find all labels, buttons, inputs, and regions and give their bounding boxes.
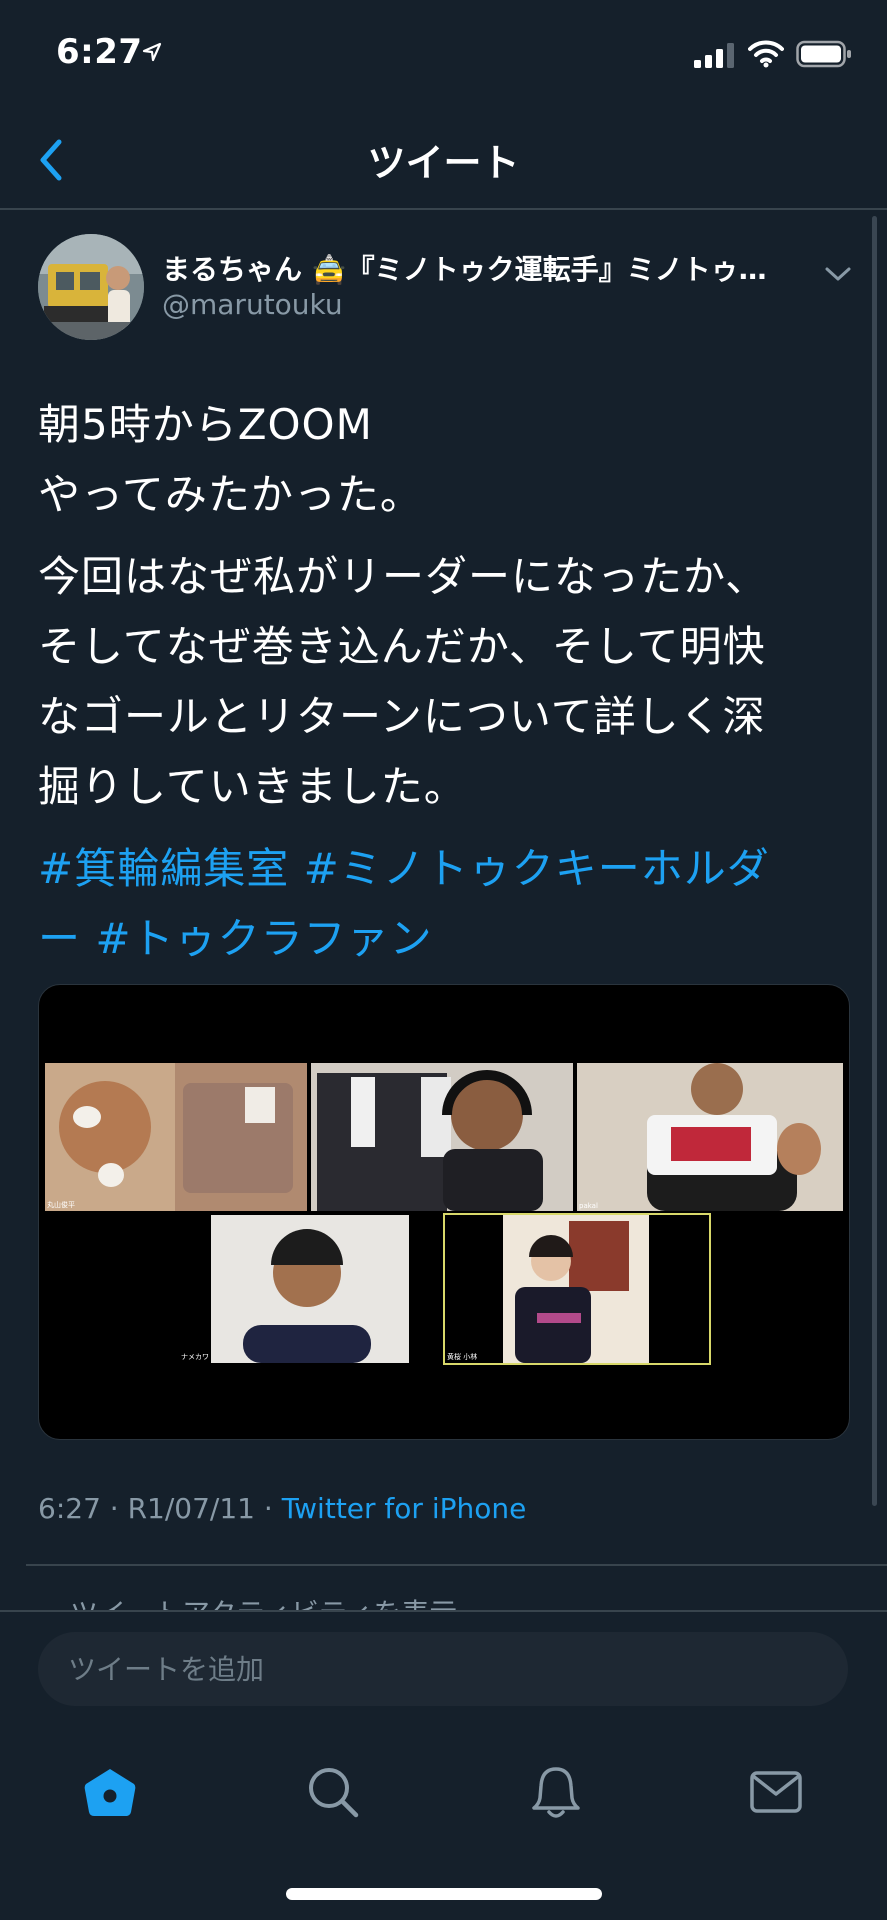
page-title: ツイート — [367, 141, 520, 185]
timestamp-text: 6:27 · R1/07/11 · — [38, 1492, 282, 1525]
more-options-button[interactable] — [818, 254, 858, 294]
location-arrow-icon — [142, 42, 162, 62]
battery-icon — [796, 40, 851, 68]
video-tile: 丸山俊平 — [45, 1063, 307, 1211]
home-indicator[interactable] — [286, 1888, 602, 1900]
tweet-detail: まるちゃん 🚖『ミノトゥク運転手』ミノトゥ… @marutouku 朝5時からZ… — [0, 212, 887, 1622]
chevron-down-icon — [825, 267, 851, 281]
reply-input[interactable] — [38, 1632, 848, 1706]
author-name[interactable]: まるちゃん 🚖『ミノトゥク運転手』ミノトゥ… — [162, 248, 792, 288]
wifi-icon — [748, 40, 784, 68]
search-icon — [309, 1768, 359, 1818]
tweet-timestamp: 6:27 · R1/07/11 · Twitter for iPhone — [38, 1492, 526, 1525]
tweet-paragraph: 朝5時からZOOM やってみたかった。 — [38, 400, 423, 519]
author-handle[interactable]: @marutouku — [162, 288, 343, 321]
video-tile — [311, 1063, 573, 1211]
status-bar: 6:27 — [0, 0, 887, 110]
tweet-paragraph: 今回はなぜ私がリーダーになったか、 そしてなぜ巻き込んだか、そして明快 なゴール… — [38, 552, 769, 811]
tab-notifications[interactable] — [520, 1756, 592, 1828]
cellular-signal-icon — [694, 43, 734, 68]
participant-name: 黄桜 小林 — [447, 1353, 478, 1361]
tweet-text: 朝5時からZOOM やってみたかった。 今回はなぜ私がリーダーになったか、 そし… — [38, 390, 858, 974]
home-icon — [84, 1769, 136, 1816]
participant-name: ナメカワ — [181, 1353, 209, 1361]
reply-bar — [0, 1610, 887, 1726]
nav-bar: ツイート — [0, 110, 887, 210]
mail-icon — [750, 1771, 802, 1813]
hashtag-link[interactable]: #トゥクラファン — [95, 914, 432, 963]
bell-icon — [532, 1767, 580, 1818]
hashtag-list: #箕輪編集室 #ミノトゥクキーホルダ ー #トゥクラファン — [38, 834, 858, 974]
source-link[interactable]: Twitter for iPhone — [282, 1492, 527, 1525]
status-time: 6:27 — [56, 32, 143, 72]
divider — [26, 1564, 887, 1566]
tab-messages[interactable] — [740, 1756, 812, 1828]
participant-name: pakal — [579, 1202, 598, 1210]
participant-name: 丸山俊平 — [47, 1201, 75, 1209]
tab-home[interactable] — [74, 1756, 146, 1828]
video-tile: 黄桜 小林 — [443, 1213, 711, 1365]
hashtag-link[interactable]: #箕輪編集室 — [38, 844, 289, 893]
video-tile: ナメカワ — [179, 1215, 451, 1363]
avatar[interactable] — [38, 234, 144, 340]
tweet-media-image[interactable]: 丸山俊平 pakal ナメカワ 黄桜 小林 — [38, 984, 850, 1440]
video-tile: pakal — [577, 1063, 843, 1211]
tab-search[interactable] — [297, 1756, 369, 1828]
